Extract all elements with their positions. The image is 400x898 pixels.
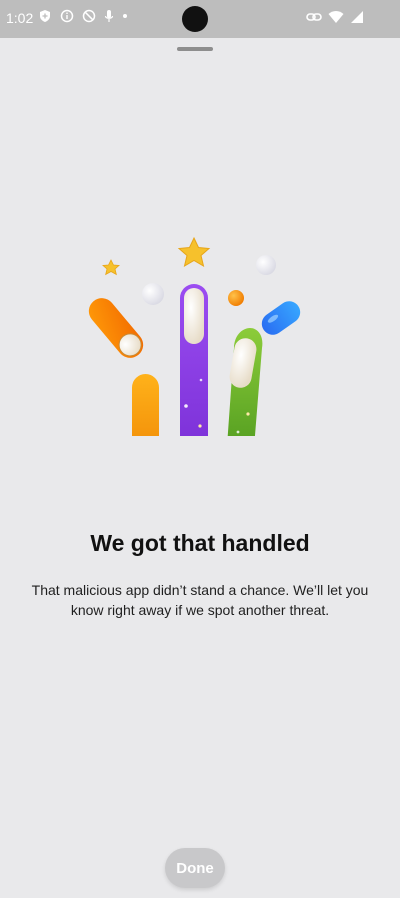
- info-icon: [60, 9, 74, 23]
- bubble-right: [256, 255, 276, 275]
- status-bar: 1:02: [0, 0, 400, 38]
- large-star-icon: [177, 236, 211, 268]
- dot-icon: [123, 14, 127, 18]
- signal-icon: [351, 11, 363, 23]
- bubble-left: [142, 283, 164, 305]
- blue-capsule: [261, 301, 301, 335]
- orange-orb: [228, 290, 244, 306]
- purple-slider: [180, 284, 208, 436]
- status-right-icons: [306, 10, 364, 24]
- shield-icon: [40, 10, 50, 22]
- drag-handle[interactable]: [177, 47, 213, 51]
- blocked-icon: [82, 9, 96, 23]
- green-slider: [227, 328, 263, 436]
- description-text: That malicious app didn’t stand a chance…: [31, 582, 369, 618]
- page-title: We got that handled: [90, 530, 310, 556]
- status-left-icons: [38, 9, 128, 23]
- bottom-sheet: We got that handled That malicious app d…: [0, 38, 400, 898]
- wifi-icon: [328, 11, 344, 23]
- celebration-illustration: [88, 236, 301, 436]
- orange-vertical-slider: [132, 374, 159, 436]
- done-button[interactable]: Done: [165, 848, 225, 888]
- camera-cutout: [182, 6, 208, 32]
- link-icon: [306, 13, 322, 21]
- mic-icon: [104, 10, 114, 22]
- status-time: 1:02: [6, 10, 34, 26]
- small-star-icon: [102, 259, 120, 276]
- orange-diagonal-slider: [88, 298, 144, 358]
